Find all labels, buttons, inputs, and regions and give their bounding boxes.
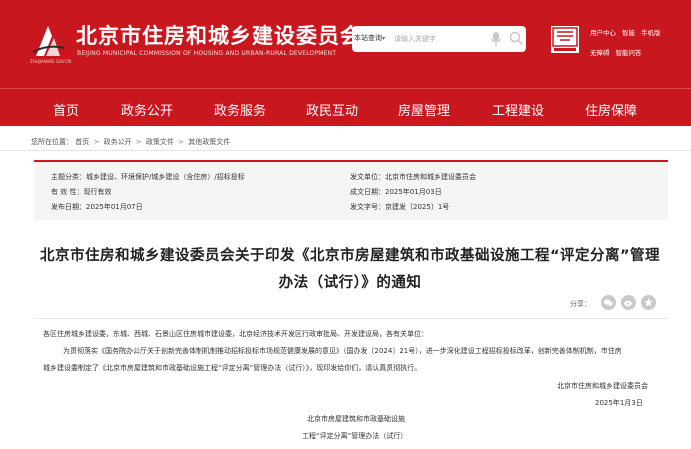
nav-item-interaction[interactable]: 政民互动 [306,100,358,119]
article-body-line2: 城乡建设委制定了《北京市房屋建筑和市政基础设施工程“评定分离”管理办法（试行）》… [43,364,422,372]
user-center-link[interactable]: 用户中心 [590,29,616,37]
breadcrumb-home[interactable]: 首页 [75,138,89,146]
breadcrumb-policy-docs[interactable]: 政策文件 [146,138,174,146]
breadcrumb-divider [0,150,691,151]
nav-item-housing[interactable]: 房屋管理 [398,100,450,119]
search-scope-label: 本站查询 [354,34,382,42]
main-nav: 首页 政务公开 政务服务 政民互动 房屋管理 工程建设 住房保障 [0,88,691,126]
nav-item-gov-affairs-open[interactable]: 政务公开 [121,100,173,119]
site-title[interactable]: 北京市住房和城乡建设委员会 [76,20,362,50]
article-title-line2: 办法（试行）》的通知 [278,275,422,291]
nav-item-housing-security[interactable]: 住房保障 [585,100,637,119]
signature-date: 2025年1月3日 [595,399,643,407]
top-links-row2: 无障碍 智能问答 [590,47,667,57]
wechat-icon[interactable] [601,295,616,310]
logo-subtext: ZHUJIANWEI.GOV.CN [30,59,72,64]
top-links-row1: 用户中心 智能 手机版 [590,27,667,37]
article-addressee: 各区住房城乡建设委，东城、西城、石景山区住房城市建设委，北京经济技术开发区行政审… [43,330,428,338]
breadcrumb-other-policy[interactable]: 其他政策文件 [188,138,230,146]
breadcrumb-separator: > [135,138,142,146]
meta-created-date: 成文日期：2025年01月03日 [350,188,442,196]
share-divider [34,318,668,319]
meta-validity: 有 效 性：现行有效 [51,188,112,196]
meta-publish-date: 发布日期：2025年01月07日 [51,203,143,211]
search-input[interactable] [394,32,482,46]
microphone-icon[interactable] [490,32,502,47]
nav-item-engineering[interactable]: 工程建设 [492,100,544,119]
attachment-title-line2: 工程“评定分离”管理办法（试行） [302,432,408,440]
article-body-line1: 为贯彻落实《国务院办公厅关于创新完善体制机制推动招标投标市场规范健康发展的意见》… [63,347,622,355]
breadcrumb: 您所在位置： 首页 > 政务公开 > 政策文件 > 其他政策文件 [31,137,230,147]
accessibility-link[interactable]: 无障碍 [590,49,610,57]
nav-item-home[interactable]: 首页 [53,100,79,119]
meta-category: 主题分类：城乡建设、环境保护/城乡建设（含住房）/招标投标 [51,173,245,181]
top-links: 用户中心 智能 手机版 无障碍 智能问答 [590,27,667,57]
mobile-version-link[interactable]: 手机版 [641,29,661,37]
signature-org: 北京市住房和城乡建设委员会 [557,382,648,390]
breadcrumb-prefix: 您所在位置： [31,138,73,146]
breadcrumb-separator: > [93,138,100,146]
share-label: 分享： [570,300,591,308]
site-header: ZHUJIANWEI.GOV.CN 北京市住房和城乡建设委员会 BEIJING … [0,0,691,88]
meta-doc-number: 发文字号：京建发〔2025〕1号 [350,203,450,211]
article-title-line1: 北京市住房和城乡建设委员会关于印发《北京市房屋建筑和市政基础设施工程“评定分离”… [39,248,661,264]
attachment-title-line1: 北京市房屋建筑和市政基础设施 [307,415,405,423]
capital-window-badge-icon[interactable] [551,26,579,53]
search-icon[interactable] [509,31,523,45]
smart-link[interactable]: 智能 [622,29,635,37]
weibo-icon[interactable] [621,295,636,310]
breadcrumb-separator: > [178,138,185,146]
site-subtitle: BEIJING MUNICIPAL COMMISSION OF HOUSING … [77,50,337,57]
smart-qa-link[interactable]: 智能问答 [616,49,642,57]
search-scope-select[interactable]: 本站查询▾ [354,33,385,43]
qzone-icon[interactable] [641,295,656,310]
chevron-down-icon: ▾ [382,35,386,42]
logo-emblem-icon[interactable] [30,22,66,58]
breadcrumb-gov-affairs[interactable]: 政务公开 [104,138,132,146]
meta-issuer: 发文单位：北京市住房和城乡建设委员会 [350,173,476,181]
nav-item-gov-services[interactable]: 政务服务 [214,100,266,119]
